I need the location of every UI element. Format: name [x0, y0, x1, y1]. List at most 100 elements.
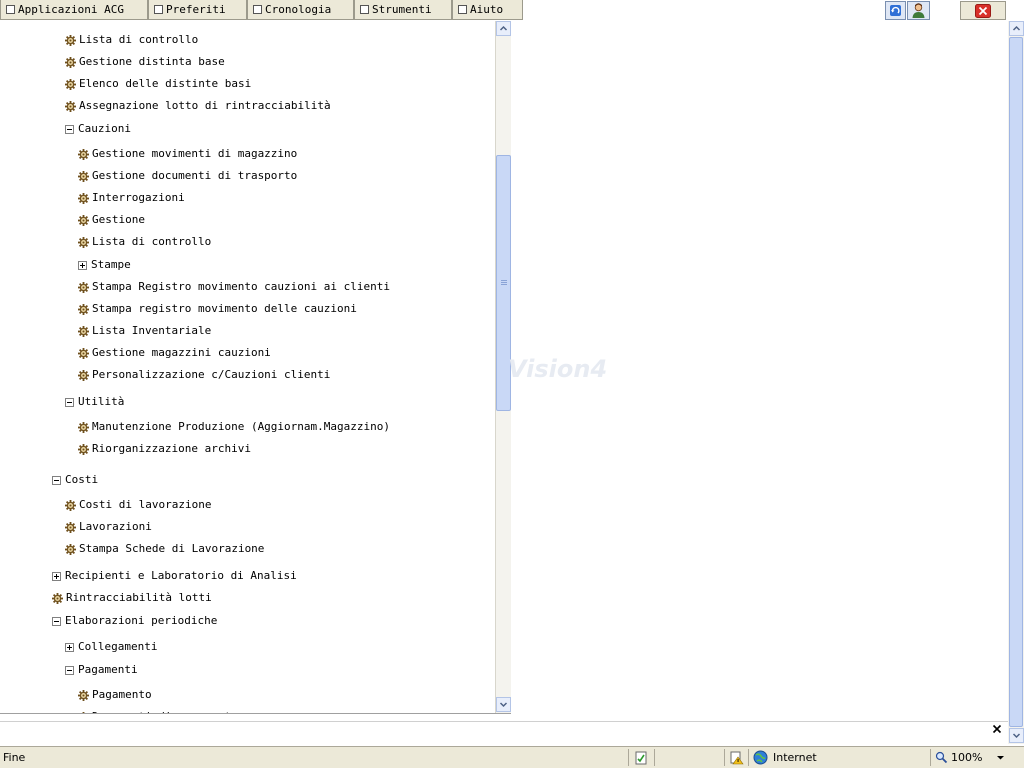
tree-node[interactable]: Elaborazioni periodiche — [52, 613, 217, 629]
chevron-up-icon — [499, 25, 508, 31]
tree-node[interactable]: Manutenzione Produzione (Aggiornam.Magaz… — [78, 419, 390, 435]
expand-icon[interactable] — [78, 260, 87, 270]
collapse-icon[interactable] — [52, 616, 61, 626]
expand-icon[interactable] — [65, 642, 74, 652]
tree-node[interactable]: Costi di lavorazione — [65, 497, 211, 513]
tree-node-label: Recipienti e Laboratorio di Analisi — [65, 569, 297, 582]
tree-node-label: Interrogazioni — [92, 191, 185, 204]
main-scroll-thumb[interactable] — [1009, 37, 1023, 727]
tree-node-label: Pagamento — [92, 688, 152, 701]
tree-node[interactable]: Costi — [52, 472, 98, 488]
watermark-logo: Vision4 — [508, 355, 608, 383]
chevron-down-icon — [997, 755, 1005, 759]
zoom-control[interactable]: 100% — [930, 749, 1024, 766]
status-text: Fine — [3, 751, 26, 764]
menu-tab-preferiti[interactable]: Preferiti — [148, 0, 247, 20]
close-icon — [975, 3, 991, 18]
gear-icon — [65, 34, 76, 46]
user-button[interactable] — [907, 1, 930, 20]
menu-tab-aiuto[interactable]: Aiuto — [452, 0, 523, 20]
tree-node[interactable]: Rintracciabilità lotti — [52, 590, 212, 606]
tree-node-label: Stampe — [91, 258, 131, 271]
tree-node[interactable]: Recipienti e Laboratorio di Analisi — [52, 568, 297, 584]
gear-icon — [52, 592, 63, 604]
tree-node[interactable]: Gestione — [78, 212, 145, 228]
tree-node-label: Cauzioni — [78, 122, 131, 135]
tree-node-label: Gestione movimenti di magazzino — [92, 147, 298, 160]
refresh-button[interactable] — [885, 1, 906, 20]
warning-page-icon — [730, 751, 744, 764]
gear-icon — [78, 689, 89, 701]
scroll-up-button[interactable] — [496, 21, 511, 36]
gear-icon — [65, 100, 76, 112]
menu-tab-applicazioni[interactable]: Applicazioni ACG — [0, 0, 148, 20]
status-bar: Fine Internet 100% — [0, 746, 1024, 768]
tree-node-label: Lista di controllo — [92, 235, 212, 248]
gear-icon — [65, 78, 76, 90]
tree-node[interactable]: Lavorazioni — [65, 519, 152, 535]
gear-icon — [78, 148, 89, 160]
tree-node-label: Assegnazione lotto di rintracciabilità — [79, 99, 331, 112]
tree-node[interactable]: Stampa Registro movimento cauzioni ai cl… — [78, 279, 390, 295]
find-bar — [0, 721, 1008, 744]
collapse-icon[interactable] — [65, 397, 74, 407]
user-icon — [912, 3, 925, 18]
scroll-down-button[interactable] — [496, 697, 511, 712]
close-button[interactable] — [960, 1, 1006, 20]
main-scroll-up-button[interactable] — [1009, 21, 1024, 36]
tree-node[interactable]: Lista di controllo — [78, 234, 211, 250]
tree-node[interactable]: Lista di controllo — [65, 32, 198, 48]
tree-node-label: Manutenzione Produzione (Aggiornam.Magaz… — [92, 420, 391, 433]
chevron-down-icon — [499, 702, 508, 708]
tree-node-label: Riorganizzazione archivi — [92, 442, 251, 455]
tree-node[interactable]: Stampa Schede di Lavorazione — [65, 541, 264, 557]
tree-node[interactable]: Utilità — [65, 394, 124, 410]
tree-node[interactable]: Stampa registro movimento delle cauzioni — [78, 301, 357, 317]
tree-bottom-border — [0, 713, 511, 714]
tree-node[interactable]: Assegnazione lotto di rintracciabilità — [65, 98, 331, 114]
tree-node[interactable]: Gestione documenti di trasporto — [78, 168, 297, 184]
menu-tab-cronologia[interactable]: Cronologia — [247, 0, 354, 20]
tree-node[interactable]: Personalizzazione c/Cauzioni clienti — [78, 367, 330, 383]
main-scroll-down-button[interactable] — [1009, 728, 1024, 743]
globe-icon — [753, 750, 768, 765]
findbar-close-button[interactable] — [991, 724, 1003, 738]
tree-node-label: Lista Inventariale — [92, 324, 212, 337]
tree-node[interactable]: Pagamenti — [65, 662, 138, 678]
tree-node[interactable]: Gestione distinta base — [65, 54, 225, 70]
tree-node[interactable]: Stampe — [78, 257, 131, 273]
status-cell-zone: Internet — [748, 749, 930, 766]
tree-node-label: Pagamenti — [78, 663, 138, 676]
zoom-level: 100% — [951, 751, 983, 764]
expand-icon[interactable] — [52, 571, 61, 581]
main-scrollbar[interactable] — [1008, 21, 1024, 744]
tree-node[interactable]: Gestione movimenti di magazzino — [78, 146, 297, 162]
tree-node[interactable]: Collegamenti — [65, 639, 157, 655]
tree-node[interactable]: Riorganizzazione archivi — [78, 441, 251, 457]
collapse-icon[interactable] — [52, 475, 61, 485]
tree-node[interactable]: Cauzioni — [65, 121, 131, 137]
tree-node-label: Costi — [65, 473, 99, 486]
tree-node[interactable]: Gestione magazzini cauzioni — [78, 345, 271, 361]
tree-node[interactable]: Interrogazioni — [78, 190, 185, 206]
checkbox-icon — [360, 5, 369, 14]
checkbox-icon — [253, 5, 262, 14]
status-cell-document — [628, 749, 654, 766]
collapse-icon[interactable] — [65, 124, 74, 134]
tree-node-label: Rintracciabilità lotti — [66, 591, 212, 604]
tree-node[interactable]: Lista Inventariale — [78, 323, 211, 339]
navigation-tree: Lista di controllo Gestione distinta base… — [0, 21, 495, 713]
tree-node-label: Lista di controllo — [79, 33, 199, 46]
collapse-icon[interactable] — [65, 665, 74, 675]
refresh-icon — [890, 5, 901, 16]
gear-icon — [78, 170, 89, 182]
checkbox-icon — [6, 5, 15, 14]
gear-icon — [65, 499, 76, 511]
tree-node[interactable]: Pagamento — [78, 687, 152, 703]
gear-icon — [65, 521, 76, 533]
tree-node[interactable]: Elenco delle distinte basi — [65, 76, 251, 92]
tree-node-label: Lavorazioni — [79, 520, 152, 533]
status-cell-security — [724, 749, 748, 766]
menu-tab-strumenti[interactable]: Strumenti — [354, 0, 452, 20]
tree-node-label: Elaborazioni periodiche — [65, 614, 218, 627]
